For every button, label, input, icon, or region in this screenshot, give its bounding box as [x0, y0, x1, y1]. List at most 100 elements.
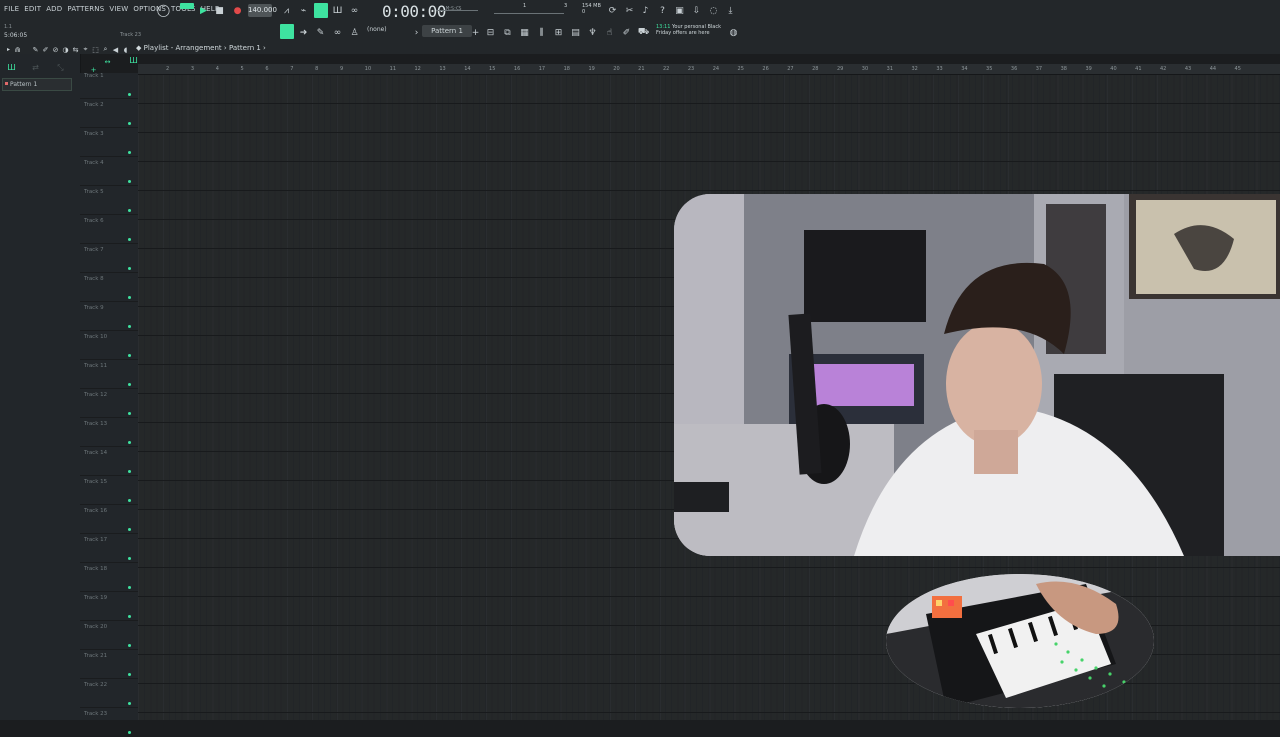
playlist-icon[interactable]: ⊟ [485, 27, 496, 38]
track-header[interactable]: Track 15 [80, 475, 138, 505]
track-enable-led[interactable] [128, 441, 131, 444]
touch-icon[interactable]: ☝ [604, 27, 615, 38]
mixer-icon[interactable]: ⫼ [536, 27, 547, 38]
cart-icon[interactable]: ⛟ [638, 27, 649, 38]
timeline-ruler[interactable]: 2 3 4 5 6 7 8 9 10 11 12 13 14 15 16 17 18 19 20 21 22 23 24 25… [138, 64, 1280, 75]
countdown-toggle[interactable] [314, 3, 328, 18]
tempo-display[interactable]: 140.000 [248, 4, 277, 17]
track-header[interactable]: Track 2 [80, 98, 138, 128]
track-enable-led[interactable] [128, 93, 131, 96]
cut-icon[interactable]: ✂ [624, 5, 635, 16]
pencil-icon[interactable]: ✎ [315, 27, 326, 38]
tuner-icon[interactable]: ♆ [587, 27, 598, 38]
picker-mode-icon[interactable]: Ш [6, 62, 17, 73]
pattern-selector[interactable]: Pattern 1 [422, 25, 472, 37]
download-icon[interactable]: ⤓ [725, 5, 736, 16]
snap-selector[interactable]: (none) [367, 26, 387, 33]
menu-patterns[interactable]: PATTERNS [67, 5, 104, 13]
picker-sort-icon[interactable]: ⇄ [30, 62, 41, 73]
paint-icon[interactable]: ✐ [621, 27, 632, 38]
track-header[interactable]: Track 9 [80, 301, 138, 331]
track-header[interactable]: Track 23 [80, 707, 138, 737]
pattern-song-toggle[interactable] [180, 3, 194, 9]
plugin-icon[interactable]: ▤ [570, 27, 581, 38]
menu-edit[interactable]: EDIT [24, 5, 41, 13]
track-enable-led[interactable] [128, 412, 131, 415]
track-header[interactable]: Track 3 [80, 127, 138, 157]
track-enable-led[interactable] [128, 470, 131, 473]
help-icon[interactable]: ? [657, 5, 668, 16]
track-header[interactable]: Track 5 [80, 185, 138, 215]
wait-icon[interactable]: ⌁ [298, 5, 309, 16]
track-enable-led[interactable] [128, 296, 131, 299]
track-header[interactable]: Track 11 [80, 359, 138, 389]
track-enable-led[interactable] [128, 325, 131, 328]
track-enable-led[interactable] [128, 702, 131, 705]
track-header[interactable]: Track 20 [80, 620, 138, 650]
track-header[interactable]: Track 8 [80, 272, 138, 302]
track-enable-led[interactable] [128, 180, 131, 183]
pattern-prev-icon[interactable]: › [411, 27, 422, 38]
track-enable-led[interactable] [128, 354, 131, 357]
track-enable-led[interactable] [128, 499, 131, 502]
track-enable-led[interactable] [128, 151, 131, 154]
track-enable-led[interactable] [128, 615, 131, 618]
track-header[interactable]: Track 6 [80, 214, 138, 244]
stop-icon[interactable]: ■ [214, 5, 225, 16]
refresh-icon[interactable]: ⟳ [607, 5, 618, 16]
piano-roll-icon[interactable]: ⧉ [502, 27, 513, 38]
loop-record-icon[interactable]: ∞ [349, 5, 360, 16]
track-enable-led[interactable] [128, 644, 131, 647]
menu-file[interactable]: FILE [4, 5, 19, 13]
track-header[interactable]: Track 10 [80, 330, 138, 360]
speaker-icon[interactable]: ◖ [120, 44, 131, 55]
track-header[interactable]: Track 22 [80, 678, 138, 708]
track-enable-led[interactable] [128, 209, 131, 212]
menu-view[interactable]: VIEW [109, 5, 128, 13]
snap-toggle[interactable] [280, 24, 294, 39]
track-enable-led[interactable] [128, 673, 131, 676]
add-pattern-icon[interactable]: + [470, 27, 481, 38]
track-enable-led[interactable] [128, 528, 131, 531]
browser-icon[interactable]: ⊞ [553, 27, 564, 38]
track-enable-led[interactable] [128, 731, 131, 734]
track-header[interactable]: Track 17 [80, 533, 138, 563]
link-icon[interactable]: ∞ [332, 27, 343, 38]
mic-icon[interactable]: ♪ [640, 5, 651, 16]
arrow-right-icon[interactable]: ➜ [298, 27, 309, 38]
track-scroll-icon[interactable]: ↔ [102, 56, 113, 67]
metronome-icon[interactable]: ⩘ [281, 5, 292, 16]
render-icon[interactable]: ⇩ [691, 5, 702, 16]
track-header[interactable]: Track 18 [80, 562, 138, 592]
track-header[interactable]: Track 19 [80, 591, 138, 621]
track-header[interactable]: Track 4 [80, 156, 138, 186]
save-icon[interactable]: ▣ [674, 5, 685, 16]
track-header[interactable]: Track 7 [80, 243, 138, 273]
track-header[interactable]: Track 1 [80, 69, 138, 99]
track-enable-led[interactable] [128, 557, 131, 560]
search-knob-icon[interactable]: ◯ [157, 3, 170, 17]
track-enable-led[interactable] [128, 586, 131, 589]
globe-icon[interactable]: ◍ [728, 27, 739, 38]
track-enable-led[interactable] [128, 267, 131, 270]
master-pitch-slider[interactable] [494, 13, 564, 14]
track-header[interactable]: Track 21 [80, 649, 138, 679]
track-header[interactable]: Track 16 [80, 504, 138, 534]
news-panel[interactable]: 13:11 Your personal Black Friday offers a… [656, 24, 721, 36]
record-icon[interactable]: ● [232, 5, 243, 16]
chat-icon[interactable]: ◌ [708, 5, 719, 16]
picker-resize-icon[interactable]: ⤡ [55, 62, 66, 73]
menu-add[interactable]: ADD [46, 5, 62, 13]
track-enable-led[interactable] [128, 238, 131, 241]
pattern-list-item[interactable]: Pattern 1 [2, 78, 72, 91]
stamp-icon[interactable]: ♙ [349, 27, 360, 38]
channel-rack-icon[interactable]: ▦ [519, 27, 530, 38]
master-volume-slider[interactable] [436, 10, 478, 11]
track-header[interactable]: Track 13 [80, 417, 138, 447]
play-icon[interactable]: ▶ [198, 5, 209, 16]
track-enable-led[interactable] [128, 383, 131, 386]
track-header[interactable]: Track 14 [80, 446, 138, 476]
step-edit-icon[interactable]: Ш [332, 5, 343, 16]
track-header[interactable]: Track 12 [80, 388, 138, 418]
track-enable-led[interactable] [128, 122, 131, 125]
